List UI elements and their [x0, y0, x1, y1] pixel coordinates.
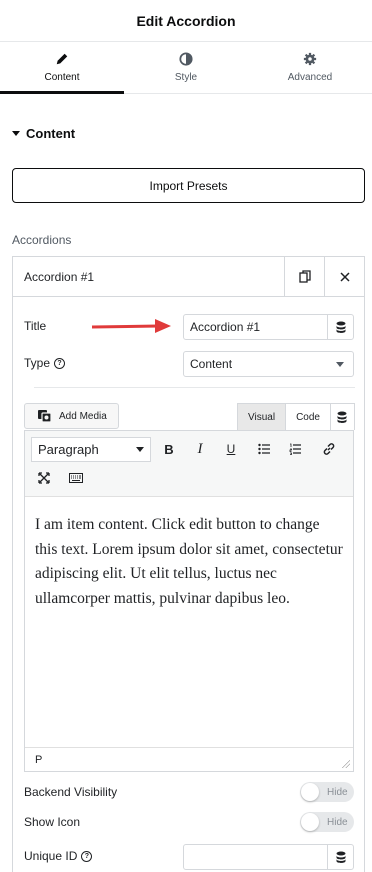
toggle-knob [301, 783, 319, 801]
title-input-value: Accordion #1 [190, 320, 261, 334]
title-input[interactable]: Accordion #1 [183, 314, 354, 340]
format-select[interactable]: Paragraph [31, 437, 151, 462]
dynamic-tags-button[interactable] [327, 845, 353, 869]
close-icon [339, 271, 350, 282]
duplicate-button[interactable] [284, 256, 324, 297]
italic-icon[interactable]: I [189, 438, 211, 460]
remove-button[interactable] [324, 256, 364, 297]
divider [34, 387, 355, 388]
chevron-down-icon [136, 447, 144, 452]
type-select-value: Content [190, 357, 233, 371]
editor-content[interactable]: I am item content. Click edit button to … [25, 497, 353, 611]
rich-text-editor: Paragraph B I U I am item content. Click… [24, 430, 354, 772]
unique-id-row: Unique ID ? [24, 849, 93, 863]
tab-advanced-label: Advanced [287, 72, 333, 83]
title-row: Title [24, 319, 46, 333]
element-path: P [35, 753, 43, 766]
backend-visibility-label: Backend Visibility [24, 785, 118, 799]
gear-icon [303, 52, 317, 66]
red-arrow-annotation [91, 319, 171, 333]
show-icon-toggle[interactable]: Hide [300, 812, 354, 832]
link-icon[interactable] [318, 438, 340, 460]
tab-advanced[interactable]: Advanced [248, 42, 372, 93]
tab-visual[interactable]: Visual [237, 403, 287, 430]
numbered-list-icon[interactable] [284, 438, 306, 460]
toggle-knob [301, 813, 319, 831]
backend-visibility-row: Backend Visibility [24, 785, 117, 799]
database-icon [336, 851, 345, 863]
panel-tabs: Content Style Advanced [0, 42, 372, 94]
bold-icon[interactable]: B [158, 438, 180, 460]
repeater-item-header[interactable]: Accordion #1 [13, 256, 364, 297]
unique-id-label-wrap: Unique ID ? [24, 849, 93, 863]
editor-dynamic-tags-button[interactable] [330, 403, 355, 430]
editor-statusbar: P [25, 747, 353, 771]
content-section-toggle[interactable]: Content [12, 126, 75, 141]
type-label-wrap: Type ? [24, 356, 66, 370]
half-circle-icon [179, 52, 193, 66]
database-icon [336, 321, 345, 333]
show-icon-label: Show Icon [24, 815, 81, 829]
panel-header: Edit Accordion [0, 0, 372, 42]
underline-icon[interactable]: U [220, 438, 242, 460]
type-label: Type [24, 356, 51, 370]
pencil-icon [56, 53, 68, 65]
dynamic-tags-button[interactable] [327, 315, 353, 339]
tab-content[interactable]: Content [0, 42, 124, 93]
type-select[interactable]: Content [183, 351, 354, 377]
database-icon [337, 411, 347, 423]
import-presets-button[interactable]: Import Presets [12, 168, 365, 203]
backend-visibility-toggle[interactable]: Hide [300, 782, 354, 802]
accordions-label: Accordions [12, 233, 72, 247]
repeater-item-title: Accordion #1 [24, 269, 95, 284]
tab-style[interactable]: Style [124, 42, 248, 93]
title-label: Title [24, 319, 47, 333]
media-icon [38, 410, 52, 423]
help-icon[interactable]: ? [81, 850, 93, 862]
help-icon[interactable]: ? [54, 357, 66, 369]
accordion-repeater: Accordion #1 Title Accordion #1 Type ? C… [12, 256, 365, 872]
fullscreen-icon[interactable] [33, 467, 55, 489]
toggle-text: Hide [327, 816, 348, 828]
copy-icon [298, 270, 311, 283]
editor-mode-tabs: Visual Code [237, 403, 355, 430]
add-media-label: Add Media [59, 410, 107, 422]
tab-content-label: Content [44, 72, 80, 83]
editor-toolbar: Paragraph B I U [25, 431, 353, 497]
type-row: Type ? [24, 356, 66, 370]
add-media-button[interactable]: Add Media [24, 403, 119, 429]
section-title: Content [26, 126, 76, 141]
format-select-value: Paragraph [38, 442, 99, 457]
show-icon-row: Show Icon [24, 815, 80, 829]
caret-down-icon [12, 131, 20, 136]
panel-title: Edit Accordion [136, 12, 236, 29]
unique-id-input[interactable] [183, 844, 354, 870]
chevron-down-icon [336, 361, 344, 367]
keyboard-icon[interactable] [65, 467, 87, 489]
bulleted-list-icon[interactable] [253, 438, 275, 460]
resize-grip-icon[interactable] [342, 760, 350, 768]
tab-style-label: Style [174, 72, 198, 83]
unique-id-label: Unique ID [24, 849, 78, 863]
toggle-text: Hide [327, 786, 348, 798]
tab-code[interactable]: Code [286, 403, 331, 430]
